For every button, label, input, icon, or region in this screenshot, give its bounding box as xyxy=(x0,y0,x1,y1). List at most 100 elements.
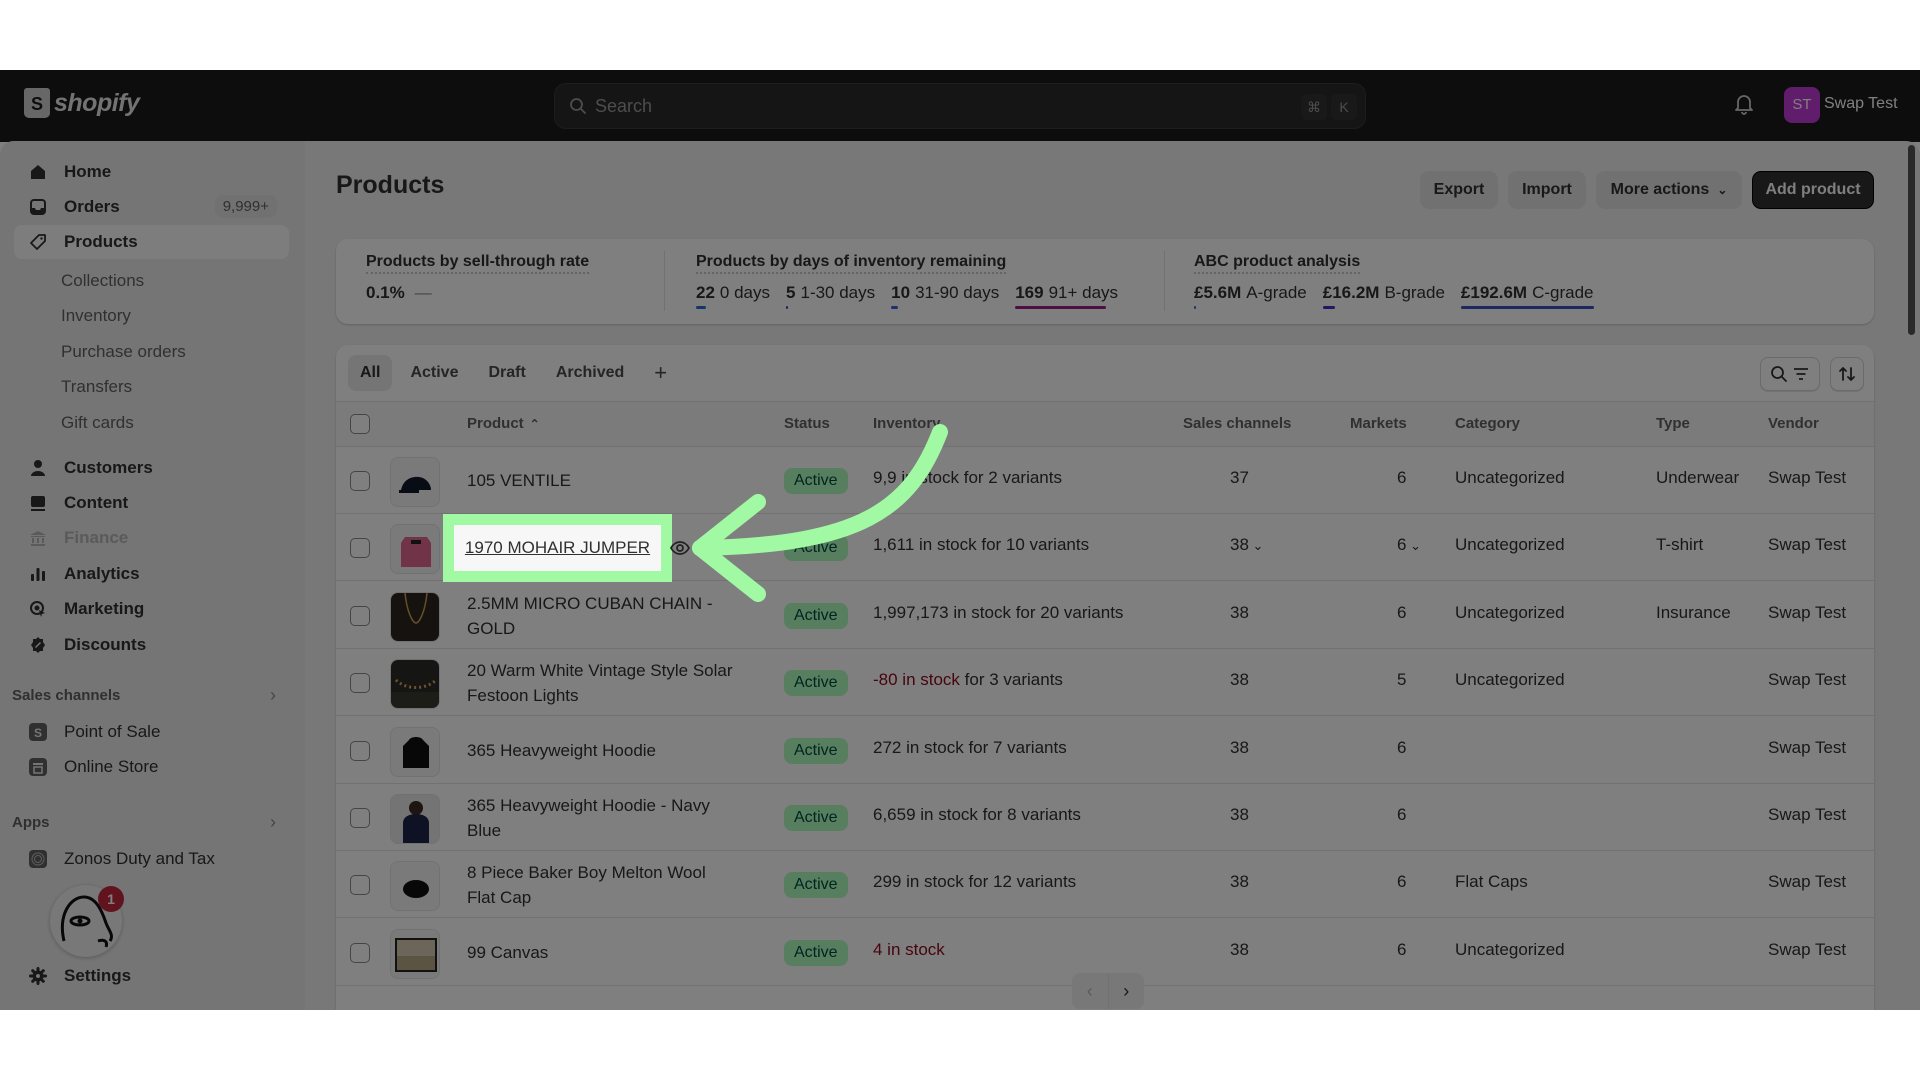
sidebar-subitem-gift-cards[interactable]: Gift cards xyxy=(61,413,134,433)
abc-analysis-title[interactable]: ABC product analysis xyxy=(1194,253,1361,274)
product-thumbnail[interactable] xyxy=(390,524,440,575)
sidebar-item-zonos[interactable]: Zonos Duty and Tax xyxy=(14,842,289,876)
hoodie-image-icon xyxy=(391,727,439,776)
sort-button[interactable] xyxy=(1830,357,1864,391)
sidebar-subitem-purchase-orders[interactable]: Purchase orders xyxy=(61,342,186,362)
grade-value: £192.6M xyxy=(1460,283,1528,302)
row-checkbox[interactable] xyxy=(350,471,370,491)
apps-heading[interactable]: Apps xyxy=(12,814,50,831)
next-page-button[interactable]: › xyxy=(1107,973,1145,1009)
sidebar-subitem-inventory[interactable]: Inventory xyxy=(61,306,131,326)
days-bucket[interactable]: 169 91+ days xyxy=(1015,283,1118,309)
more-actions-button[interactable]: More actions ⌄ xyxy=(1596,171,1742,209)
table-row[interactable]: 2.5MM MICRO CUBAN CHAIN - GOLD Active 1,99… xyxy=(336,582,1874,649)
admin-shell: Home Orders 9,999+ Products Collections … xyxy=(0,141,1920,1010)
add-product-button[interactable]: Add product xyxy=(1752,171,1874,209)
abc-grade[interactable]: £5.6M A-grade xyxy=(1194,283,1307,309)
markets-count[interactable]: 6 ⌄ xyxy=(1397,535,1421,555)
store-avatar[interactable]: ST xyxy=(1784,87,1820,123)
svg-text:S: S xyxy=(34,726,42,740)
abc-grade[interactable]: £16.2M B-grade xyxy=(1322,283,1445,309)
product-thumbnail[interactable] xyxy=(390,457,440,507)
previous-page-button[interactable]: ‹ xyxy=(1072,973,1108,1009)
grade-bar xyxy=(1194,306,1197,309)
preview-eye-icon[interactable] xyxy=(669,537,691,564)
import-button[interactable]: Import xyxy=(1508,171,1586,209)
product-name-link[interactable]: 99 Canvas xyxy=(467,940,737,965)
grade-label: A-grade xyxy=(1246,283,1307,302)
table-row[interactable]: 365 Heavyweight Hoodie - Navy Blue Active… xyxy=(336,784,1874,851)
export-button[interactable]: Export xyxy=(1420,171,1498,209)
sidebar-item-online-store[interactable]: Online Store xyxy=(14,750,289,784)
page-scrollbar[interactable] xyxy=(1908,145,1915,335)
product-thumbnail[interactable] xyxy=(390,659,440,710)
product-name-link[interactable]: 365 Heavyweight Hoodie xyxy=(467,738,737,763)
inventory-detail: 6,659 in stock for 8 variants xyxy=(873,805,1081,824)
product-name-link[interactable]: 8 Piece Baker Boy Melton Wool Flat Cap xyxy=(467,860,737,910)
sidebar-item-discounts[interactable]: Discounts xyxy=(14,628,289,662)
search-filter-button[interactable] xyxy=(1760,357,1820,391)
tab-active[interactable]: Active xyxy=(398,355,470,391)
view-tabs: All Active Draft Archived + xyxy=(348,355,679,391)
row-checkbox[interactable] xyxy=(350,808,370,828)
sidebar-item-marketing[interactable]: Marketing xyxy=(14,592,289,626)
product-thumbnail[interactable] xyxy=(390,794,440,844)
days-inventory-title[interactable]: Products by days of inventory remaining xyxy=(696,253,1007,274)
bucket-label: 1-30 days xyxy=(800,283,876,302)
category-cell: Flat Caps xyxy=(1455,872,1528,892)
tab-draft[interactable]: Draft xyxy=(476,355,537,391)
sales-channels-count: 37 xyxy=(1230,468,1249,488)
product-name-link[interactable]: 20 Warm White Vintage Style Solar Festoo… xyxy=(467,658,737,708)
days-bucket[interactable]: 10 31-90 days xyxy=(891,283,999,309)
add-view-button[interactable]: + xyxy=(642,355,679,391)
row-checkbox[interactable] xyxy=(350,605,370,626)
tab-archived[interactable]: Archived xyxy=(544,355,636,391)
channels-value: 38 xyxy=(1230,602,1249,622)
table-row[interactable]: 105 VENTILE Active 9,9 in stock for 2 vari… xyxy=(336,447,1874,514)
product-thumbnail[interactable] xyxy=(390,726,440,777)
search-input[interactable]: Search ⌘ K xyxy=(554,83,1366,129)
tab-all[interactable]: All xyxy=(348,355,393,391)
table-row[interactable]: 20 Warm White Vintage Style Solar Festoo… xyxy=(336,649,1874,717)
row-checkbox[interactable] xyxy=(350,673,370,694)
select-all-checkbox[interactable] xyxy=(350,414,370,434)
sidebar-item-point-of-sale[interactable]: S Point of Sale xyxy=(14,715,289,749)
sidebar-item-analytics[interactable]: Analytics xyxy=(14,557,289,591)
sell-through-values: 0.1% — xyxy=(366,283,432,309)
column-header-product[interactable]: Product ⌃ xyxy=(467,415,540,432)
chevron-right-icon[interactable]: › xyxy=(270,685,276,706)
vendor-cell: Swap Test xyxy=(1768,737,1847,757)
abc-grade[interactable]: £192.6M C-grade xyxy=(1460,283,1594,309)
sidebar-item-customers[interactable]: Customers xyxy=(14,451,289,485)
sidebar-item-content[interactable]: Content xyxy=(14,486,289,520)
sidebar-item-label: Analytics xyxy=(64,564,140,583)
days-bucket[interactable]: 22 0 days xyxy=(696,283,770,309)
product-thumbnail[interactable] xyxy=(390,928,440,979)
days-bucket[interactable]: 5 1-30 days xyxy=(786,283,875,309)
sell-through-title[interactable]: Products by sell-through rate xyxy=(366,253,590,274)
sales-channels-count[interactable]: 38 ⌄ xyxy=(1230,535,1263,555)
row-checkbox[interactable] xyxy=(350,875,370,896)
store-name[interactable]: Swap Test xyxy=(1824,95,1898,113)
sidebar-subitem-transfers[interactable]: Transfers xyxy=(61,377,132,397)
row-checkbox[interactable] xyxy=(350,538,370,559)
sidebar-item-settings[interactable]: Settings xyxy=(14,959,289,993)
notifications-bell-icon[interactable] xyxy=(1733,92,1755,121)
shopify-logo[interactable]: S shopify xyxy=(24,88,140,118)
sidebar-item-orders[interactable]: Orders 9,999+ xyxy=(14,190,289,224)
sales-channels-heading[interactable]: Sales channels xyxy=(12,687,120,704)
table-row[interactable]: 8 Piece Baker Boy Melton Wool Flat Cap Ac… xyxy=(336,851,1874,919)
row-checkbox[interactable] xyxy=(350,740,370,761)
product-thumbnail[interactable] xyxy=(390,861,440,912)
product-thumbnail[interactable] xyxy=(390,591,440,642)
sidebar-item-home[interactable]: Home xyxy=(14,155,289,189)
product-link-1970-mohair-jumper[interactable]: 1970 MOHAIR JUMPER xyxy=(465,538,650,558)
sidebar-subitem-collections[interactable]: Collections xyxy=(61,271,144,291)
sidebar-item-finance[interactable]: Finance xyxy=(14,521,289,555)
table-row[interactable]: 365 Heavyweight Hoodie Active 272 in stock… xyxy=(336,717,1874,784)
chevron-right-icon[interactable]: › xyxy=(270,812,276,833)
product-name-link[interactable]: 365 Heavyweight Hoodie - Navy Blue xyxy=(467,793,737,843)
sidebar-item-products[interactable]: Products xyxy=(14,225,289,259)
row-checkbox[interactable] xyxy=(350,942,370,963)
markets-count: 6 xyxy=(1397,738,1406,758)
